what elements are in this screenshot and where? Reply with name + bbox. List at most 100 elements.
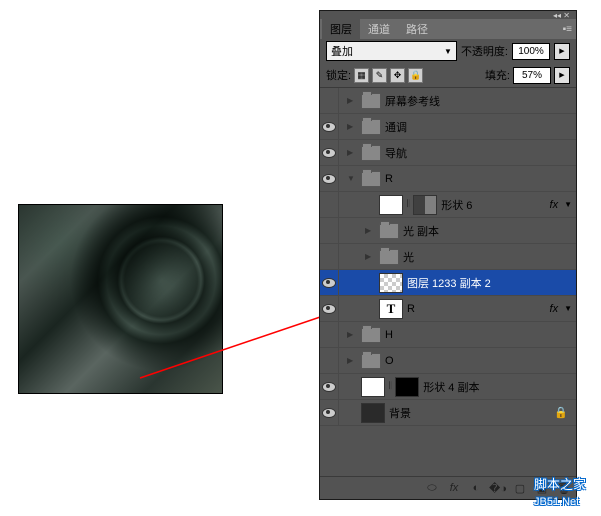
layer-name: R	[407, 303, 546, 315]
folder-icon	[361, 171, 381, 187]
folder-icon	[361, 93, 381, 109]
folder-icon	[361, 145, 381, 161]
panel-menu-icon[interactable]: ▪≡	[563, 24, 572, 35]
layer-name: 屏幕参考线	[385, 93, 572, 109]
layer-name: 形状 6	[441, 197, 545, 213]
chevron-down-icon: ▼	[444, 47, 452, 56]
layer-name: 图层 1233 副本 2	[407, 275, 572, 291]
visibility-toggle[interactable]	[320, 192, 339, 217]
layer-name: 形状 4 副本	[423, 379, 572, 395]
layer-thumb	[379, 273, 403, 293]
opacity-label: 不透明度:	[461, 43, 508, 59]
lock-pixels-icon[interactable]: ✎	[372, 68, 387, 83]
tab-paths[interactable]: 路径	[398, 18, 436, 40]
eye-icon	[322, 304, 336, 314]
opacity-slider-toggle[interactable]: ▶	[554, 43, 570, 60]
eye-icon	[322, 382, 336, 392]
blend-mode-value: 叠加	[331, 43, 353, 59]
lock-transparency-icon[interactable]: ▦	[354, 68, 369, 83]
link-icon: 𝄃	[407, 199, 409, 210]
new-group-icon[interactable]: ▢	[512, 481, 528, 495]
folder-icon	[361, 327, 381, 343]
layer-row[interactable]: TRfx▼	[320, 296, 576, 322]
layers-panel: ◂◂ ✕ 图层 通道 路径 ▪≡ 叠加 ▼ 不透明度: 100% ▶ 锁定: ▦…	[319, 10, 577, 500]
preview-image	[18, 204, 223, 394]
eye-icon	[322, 278, 336, 288]
folder-icon	[379, 223, 399, 239]
disclosure-icon[interactable]: ▶	[365, 252, 375, 261]
lock-icon: 🔒	[554, 406, 568, 419]
adjustment-layer-icon[interactable]: �◑	[490, 481, 506, 495]
layer-row[interactable]: ▶ 导航	[320, 140, 576, 166]
watermark: 脚本之家JB51.Net	[534, 474, 586, 508]
fx-indicator[interactable]: fx	[550, 303, 559, 315]
layer-row[interactable]: ▶ 屏幕参考线	[320, 88, 576, 114]
fx-disclosure-icon[interactable]: ▼	[564, 200, 572, 209]
tab-channels[interactable]: 通道	[360, 18, 398, 40]
disclosure-icon[interactable]: ▶	[347, 96, 357, 105]
layer-row[interactable]: ▼R	[320, 166, 576, 192]
disclosure-icon[interactable]: ▶	[347, 122, 357, 131]
layer-row[interactable]: ▶ 通调	[320, 114, 576, 140]
layer-name: O	[385, 355, 572, 367]
disclosure-icon[interactable]: ▶	[347, 148, 357, 157]
fx-indicator[interactable]: fx	[550, 199, 559, 211]
panel-tabs: 图层 通道 路径 ▪≡	[320, 19, 576, 39]
visibility-toggle[interactable]	[320, 166, 339, 191]
layer-name: R	[385, 173, 572, 185]
visibility-toggle[interactable]	[320, 374, 339, 399]
folder-icon	[379, 249, 399, 265]
folder-icon	[361, 353, 381, 369]
layer-row[interactable]: 𝄃 形状 6 fx ▼	[320, 192, 576, 218]
lock-label: 锁定:	[326, 67, 351, 83]
layer-row[interactable]: 图层 1233 副本 2	[320, 270, 576, 296]
visibility-toggle[interactable]	[320, 88, 339, 113]
visibility-toggle[interactable]	[320, 400, 339, 425]
visibility-toggle[interactable]	[320, 270, 339, 295]
layer-thumb	[379, 195, 403, 215]
disclosure-icon[interactable]: ▶	[347, 356, 357, 365]
layer-effects-icon[interactable]: fx	[446, 481, 462, 495]
layer-row[interactable]: ▶O	[320, 348, 576, 374]
visibility-toggle[interactable]	[320, 322, 339, 347]
layer-row[interactable]: ▶ 光 副本	[320, 218, 576, 244]
layer-name: H	[385, 329, 572, 341]
disclosure-icon[interactable]: ▶	[365, 226, 375, 235]
layer-name: 光 副本	[403, 223, 572, 239]
eye-icon	[322, 148, 336, 158]
layer-row[interactable]: ▶H	[320, 322, 576, 348]
link-layers-icon[interactable]: ⬭	[424, 481, 440, 495]
visibility-toggle[interactable]	[320, 114, 339, 139]
folder-icon	[361, 119, 381, 135]
layers-list: ▶屏幕参考线▶通调▶导航▼R𝄃形状 6fx▼▶光 副本▶光图层 1233 副本 …	[320, 88, 576, 476]
layer-name: 通调	[385, 119, 572, 135]
layer-thumb	[361, 403, 385, 423]
disclosure-icon[interactable]: ▶	[347, 330, 357, 339]
visibility-toggle[interactable]	[320, 218, 339, 243]
eye-icon	[322, 408, 336, 418]
visibility-toggle[interactable]	[320, 244, 339, 269]
layer-mask-icon[interactable]: ◐	[468, 481, 484, 495]
visibility-toggle[interactable]	[320, 140, 339, 165]
layer-name: 背景	[389, 405, 550, 421]
fill-input[interactable]: 57%	[513, 67, 551, 84]
visibility-toggle[interactable]	[320, 348, 339, 373]
lock-position-icon[interactable]: ✥	[390, 68, 405, 83]
mask-thumb	[413, 195, 437, 215]
fill-slider-toggle[interactable]: ▶	[554, 67, 570, 84]
opacity-input[interactable]: 100%	[512, 43, 550, 60]
lock-all-icon[interactable]: 🔒	[408, 68, 423, 83]
fill-label: 填充:	[485, 67, 510, 83]
link-icon: 𝄃	[389, 381, 391, 392]
fx-disclosure-icon[interactable]: ▼	[564, 304, 572, 313]
layer-row[interactable]: 𝄃 形状 4 副本	[320, 374, 576, 400]
layer-row[interactable]: 背景 🔒	[320, 400, 576, 426]
tab-layers[interactable]: 图层	[322, 18, 360, 40]
disclosure-icon[interactable]: ▼	[347, 174, 357, 183]
visibility-toggle[interactable]	[320, 296, 339, 321]
layer-row[interactable]: ▶光	[320, 244, 576, 270]
blend-mode-dropdown[interactable]: 叠加 ▼	[326, 41, 457, 61]
layer-name: 导航	[385, 145, 572, 161]
layer-name: 光	[403, 249, 572, 265]
mask-thumb	[395, 377, 419, 397]
